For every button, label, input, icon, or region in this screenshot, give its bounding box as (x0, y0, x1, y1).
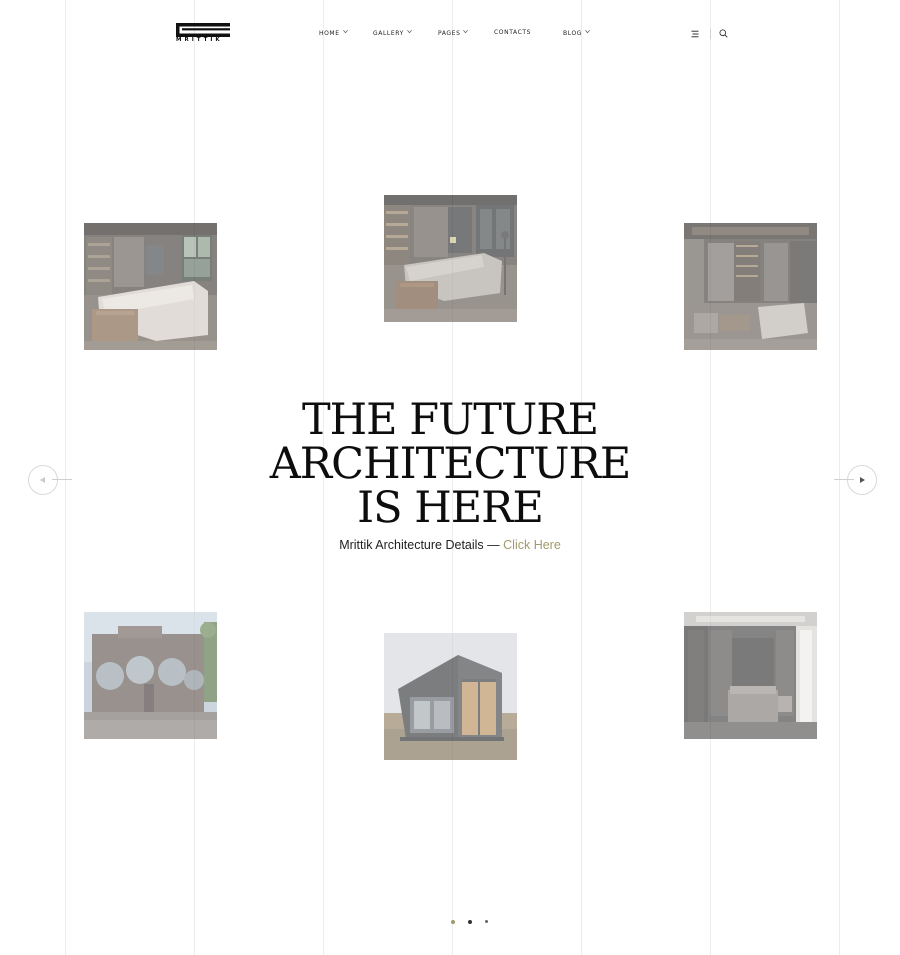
brand-logo[interactable]: MRITTIK (176, 23, 232, 45)
slider-prev-button[interactable] (28, 465, 58, 495)
logo-mark-icon (176, 23, 230, 37)
header-divider (710, 29, 711, 39)
slider-dot[interactable] (485, 920, 488, 923)
cabin-image (384, 633, 517, 760)
click-here-link[interactable]: Click Here (503, 538, 561, 552)
nav-item-label: HOME (319, 30, 340, 37)
gallery-image-lounge[interactable] (384, 195, 517, 322)
chevron-down-icon (585, 30, 590, 34)
next-arrow-line (834, 479, 854, 480)
hero-subtitle-text: Mrittik Architecture Details — (339, 538, 500, 552)
arrow-left-icon (40, 477, 45, 483)
slider-dot[interactable] (468, 920, 472, 924)
bedroom-image (684, 612, 817, 739)
hero-title-line: THE FUTURE (302, 395, 599, 445)
hero-title-line: IS HERE (357, 483, 544, 533)
gallery-image-bedroom[interactable] (684, 612, 817, 739)
gallery-image-cabin[interactable] (384, 633, 517, 760)
arches-building-image (84, 612, 217, 739)
arrow-right-icon (860, 477, 865, 483)
nav-item-label: CONTACTS (494, 29, 532, 36)
gallery-image-living-room[interactable] (84, 223, 217, 350)
chevron-down-icon (407, 30, 412, 34)
search-icon[interactable] (719, 29, 728, 38)
hero-title-line: ARCHITECTURE (269, 439, 631, 489)
living-room-image (84, 223, 217, 350)
gallery-image-studio[interactable] (684, 223, 817, 350)
nav-item-label: BLOG (563, 30, 583, 37)
hero-subtitle: Mrittik Architecture Details — Click Her… (0, 538, 900, 552)
menu-icon[interactable] (691, 30, 699, 38)
lounge-image (384, 195, 517, 322)
gallery-image-arches[interactable] (84, 612, 217, 739)
nav-item-label: GALLERY (373, 30, 404, 37)
chevron-down-icon (342, 30, 348, 34)
hero-title: THE FUTURE ARCHITECTURE IS HERE (0, 398, 900, 530)
nav-item-home[interactable]: HOME (319, 29, 348, 37)
chevron-down-icon (463, 30, 469, 34)
nav-item-pages[interactable]: PAGES (438, 29, 469, 37)
nav-item-blog[interactable]: BLOG (563, 29, 590, 37)
nav-item-contacts[interactable]: CONTACTS (494, 29, 531, 36)
brand-name: MRITTIK (176, 37, 223, 43)
nav-item-gallery[interactable]: GALLERY (373, 29, 412, 37)
slider-dot-active[interactable] (451, 920, 455, 924)
studio-image (684, 223, 817, 350)
nav-item-label: PAGES (438, 30, 461, 37)
slider-next-button[interactable] (847, 465, 877, 495)
prev-arrow-line (52, 479, 72, 480)
